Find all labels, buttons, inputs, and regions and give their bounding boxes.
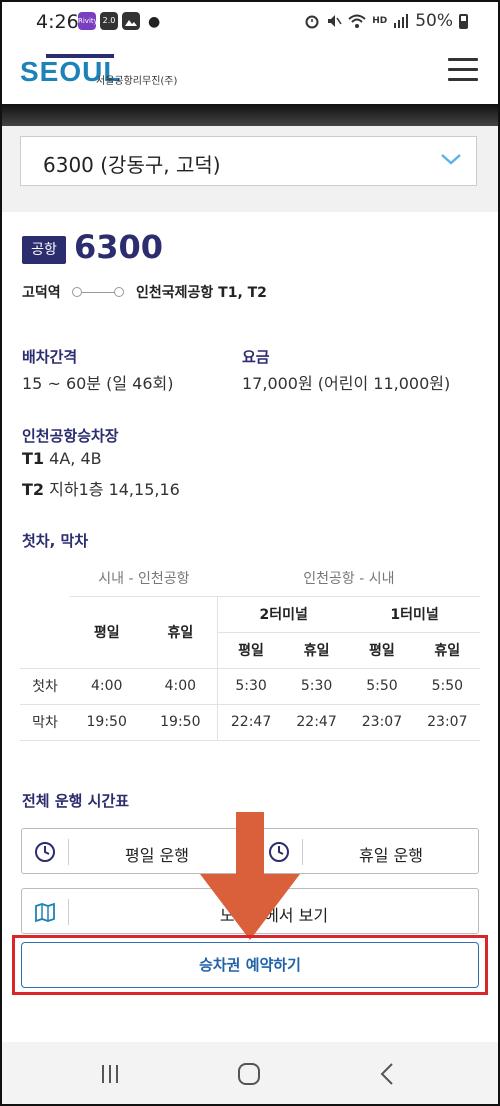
origin-dot-icon (72, 287, 82, 297)
group-city-airport: 시내 - 인천공항 (98, 570, 190, 587)
col-terminal-1: 1터미널 (349, 595, 480, 633)
site-header: SEOUL 서울공항리무진(주) (0, 46, 500, 104)
airport-badge: 공항 (22, 236, 66, 264)
t2-boarding: T2 지하1층 14,15,16 (22, 476, 180, 500)
battery-percent: 50% (415, 11, 453, 31)
status-time: 4:26 (36, 11, 79, 33)
battery-icon (459, 13, 468, 29)
notification-dot-icon: ● (148, 14, 161, 30)
signal-icon (394, 14, 409, 28)
route-select[interactable]: 6300 (강동구, 고덕) (20, 136, 477, 186)
col-t1-weekday: 평일 (349, 632, 415, 669)
reserve-ticket-button[interactable]: 승차권 예약하기 (21, 942, 479, 988)
fare-label: 요금 (242, 348, 270, 366)
map-icon (35, 902, 55, 923)
route-line (82, 292, 116, 293)
hero-strip (0, 104, 500, 126)
clock-icon (35, 842, 55, 862)
row-label: 첫차 (20, 667, 70, 704)
t1-label: T1 (22, 449, 45, 468)
app-20-icon: 2.0 (100, 12, 118, 30)
table-cell: 22:47 (283, 703, 350, 741)
table-row: 막차 19:50 19:50 22:47 22:47 23:07 23:07 (20, 703, 480, 741)
menu-icon[interactable] (448, 58, 478, 81)
table-cell: 23:07 (414, 703, 480, 741)
mute-icon (328, 15, 342, 27)
table-cell: 23:07 (349, 703, 415, 741)
table-cell: 5:30 (283, 667, 350, 704)
back-icon[interactable] (376, 1062, 400, 1086)
row-label: 막차 (20, 703, 70, 741)
table-cell: 22:47 (217, 703, 284, 741)
route-destination: 인천국제공항 T1, T2 (136, 285, 267, 301)
logo-subtitle: 서울공항리무진(주) (96, 76, 178, 87)
col-t1-holiday: 휴일 (414, 632, 480, 669)
col-t2-holiday: 휴일 (283, 632, 350, 669)
timetable-title: 첫차, 막차 (22, 532, 89, 550)
table-row: 첫차 4:00 4:00 5:30 5:30 5:50 5:50 (20, 667, 480, 704)
destination-dot-icon (114, 287, 124, 297)
group-airport-city: 인천공항 - 시내 (303, 570, 395, 587)
gallery-icon (122, 12, 140, 30)
alarm-icon (305, 15, 319, 29)
t2-value: 지하1층 14,15,16 (49, 480, 180, 499)
wifi-icon (348, 14, 366, 28)
t1-boarding: T1 4A, 4B (22, 449, 102, 468)
col-terminal-2: 2터미널 (217, 595, 350, 633)
table-cell: 4:00 (70, 667, 144, 704)
interval-label: 배차간격 (22, 348, 78, 366)
table-cell: 4:00 (143, 667, 218, 704)
rivity-app-icon: Rivity (78, 12, 98, 30)
route-origin: 고덕역 (22, 285, 61, 301)
seoul-logo[interactable]: SEOUL 서울공항리무진(주) (20, 54, 180, 96)
empty-header (20, 560, 70, 596)
chevron-down-icon (441, 154, 461, 165)
status-bar: 4:26 Rivity 2.0 ● HD 50% (0, 0, 500, 46)
col-holiday: 휴일 (143, 595, 218, 668)
status-icons: HD 50% (304, 11, 468, 31)
fare-value: 17,000원 (어린이 11,000원) (242, 374, 451, 393)
first-last-timetable: 시내 - 인천공항 인천공항 - 시내 평일 휴일 2터미널 1터미널 평일 휴… (20, 560, 480, 741)
arrow-down-icon (200, 812, 300, 940)
boarding-label: 인천공항승차장 (22, 427, 119, 445)
table-cell: 19:50 (70, 703, 144, 741)
system-nav-bar (0, 1042, 500, 1106)
home-icon[interactable] (237, 1062, 261, 1086)
col-t2-weekday: 평일 (217, 632, 284, 669)
recent-apps-icon[interactable] (98, 1062, 122, 1086)
col-weekday: 평일 (70, 595, 144, 668)
table-cell: 19:50 (143, 703, 218, 741)
route-number: 6300 (74, 228, 164, 266)
route-select-value: 6300 (강동구, 고덕) (43, 153, 221, 177)
interval-value: 15 ~ 60분 (일 46회) (22, 374, 174, 393)
table-cell: 5:50 (414, 667, 480, 704)
schedule-title: 전체 운행 시간표 (22, 792, 130, 810)
table-cell: 5:50 (349, 667, 415, 704)
hd-voice-icon: HD (372, 15, 388, 26)
t1-value: 4A, 4B (49, 449, 102, 468)
table-cell: 5:30 (217, 667, 284, 704)
t2-label: T2 (22, 480, 45, 499)
holiday-schedule-label: 휴일 운행 (359, 846, 423, 865)
empty-header (20, 596, 70, 668)
